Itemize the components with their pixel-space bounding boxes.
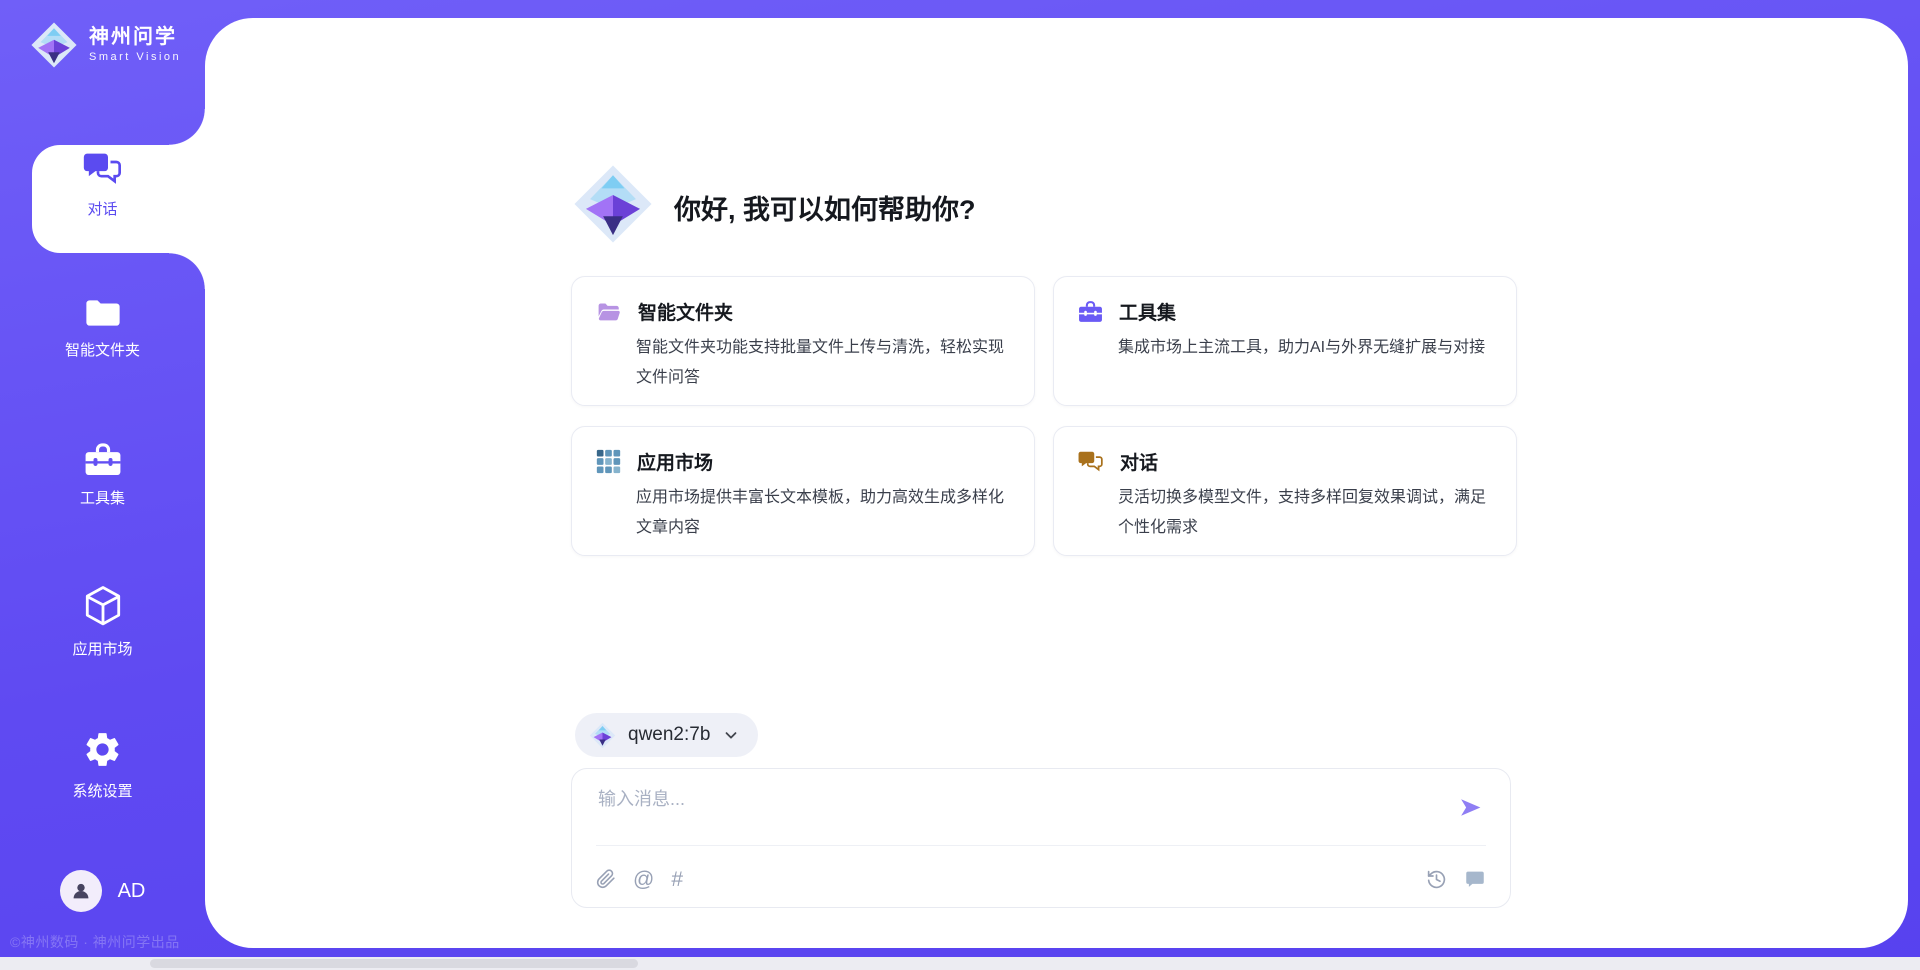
sidebar-item-settings[interactable]: 系统设置 bbox=[0, 729, 205, 801]
chat-icon bbox=[1078, 450, 1104, 474]
sidebar-item-label: 智能文件夹 bbox=[65, 339, 140, 360]
send-icon bbox=[1457, 795, 1484, 820]
avatar bbox=[60, 870, 102, 912]
greeting-logo-icon bbox=[572, 163, 654, 245]
gear-icon bbox=[82, 729, 123, 770]
folder-icon bbox=[84, 297, 122, 329]
chat-bubble-icon bbox=[1464, 869, 1486, 890]
card-title: 应用市场 bbox=[637, 448, 713, 475]
card-title: 对话 bbox=[1120, 448, 1158, 475]
card-description: 集成市场上主流工具，助力AI与外界无缝扩展与对接 bbox=[1118, 333, 1492, 363]
attach-file-button[interactable] bbox=[596, 868, 616, 890]
card-chat[interactable]: 对话 灵活切换多模型文件，支持多样回复效果调试，满足个性化需求 bbox=[1053, 426, 1517, 556]
card-title: 工具集 bbox=[1119, 298, 1176, 325]
horizontal-scrollbar[interactable] bbox=[0, 957, 1920, 970]
mention-button[interactable]: @ bbox=[633, 869, 654, 890]
topic-button[interactable]: # bbox=[671, 869, 683, 890]
send-button[interactable] bbox=[1457, 795, 1484, 820]
sidebar-item-label: 应用市场 bbox=[72, 638, 132, 659]
sidebar-item-smart-folder[interactable]: 智能文件夹 bbox=[0, 297, 205, 360]
copyright-footer: ©神州数码 · 神州问学出品 bbox=[10, 932, 205, 952]
card-description: 智能文件夹功能支持批量文件上传与清洗，轻松实现文件问答 bbox=[636, 333, 1010, 393]
model-logo-icon bbox=[589, 722, 616, 749]
history-icon bbox=[1426, 869, 1447, 890]
toolbox-icon bbox=[84, 443, 122, 477]
brand-name: 神州问学 bbox=[89, 27, 181, 47]
card-description: 灵活切换多模型文件，支持多样回复效果调试，满足个性化需求 bbox=[1118, 483, 1492, 543]
message-input[interactable] bbox=[596, 783, 1440, 843]
card-title: 智能文件夹 bbox=[638, 298, 733, 325]
model-name: qwen2:7b bbox=[628, 724, 710, 746]
card-app-market[interactable]: 应用市场 应用市场提供丰富长文本模板，助力高效生成多样化文章内容 bbox=[571, 426, 1035, 556]
chat-icon bbox=[83, 151, 123, 188]
toolbox-icon bbox=[1078, 301, 1103, 323]
sidebar-item-label: 对话 bbox=[87, 198, 117, 219]
model-selector[interactable]: qwen2:7b bbox=[575, 713, 758, 757]
paperclip-icon bbox=[596, 868, 616, 890]
new-chat-button[interactable] bbox=[1464, 869, 1486, 890]
chevron-down-icon bbox=[722, 726, 740, 744]
tab-fillet-top bbox=[169, 109, 205, 145]
cube-icon bbox=[83, 585, 123, 628]
apps-grid-icon bbox=[596, 449, 621, 474]
card-smart-folder[interactable]: 智能文件夹 智能文件夹功能支持批量文件上传与清洗，轻松实现文件问答 bbox=[571, 276, 1035, 406]
sidebar: 神州问学 Smart Vision 对话 智能文件夹 bbox=[0, 0, 205, 970]
brand: 神州问学 Smart Vision bbox=[30, 21, 181, 69]
composer-divider bbox=[596, 845, 1486, 846]
folder-open-icon bbox=[596, 299, 622, 325]
hash-icon: # bbox=[671, 868, 683, 891]
brand-subtitle: Smart Vision bbox=[89, 52, 181, 63]
sidebar-item-label: 系统设置 bbox=[72, 780, 132, 801]
card-toolset[interactable]: 工具集 集成市场上主流工具，助力AI与外界无缝扩展与对接 bbox=[1053, 276, 1517, 406]
sidebar-item-chat[interactable]: 对话 bbox=[0, 151, 205, 219]
scrollbar-thumb[interactable] bbox=[150, 959, 638, 968]
card-description: 应用市场提供丰富长文本模板，助力高效生成多样化文章内容 bbox=[636, 483, 1010, 543]
greeting-title: 你好, 我可以如何帮助你? bbox=[674, 188, 976, 227]
history-button[interactable] bbox=[1426, 869, 1447, 890]
message-composer: @ # bbox=[571, 768, 1511, 908]
sidebar-item-label: 工具集 bbox=[80, 487, 125, 508]
tab-fillet-bottom bbox=[169, 253, 205, 289]
user-icon bbox=[69, 879, 93, 903]
sidebar-item-app-market[interactable]: 应用市场 bbox=[0, 585, 205, 659]
sidebar-item-toolset[interactable]: 工具集 bbox=[0, 443, 205, 508]
brand-logo-icon bbox=[30, 21, 78, 69]
at-icon: @ bbox=[633, 868, 654, 891]
user-name: AD bbox=[118, 880, 146, 903]
user-account[interactable]: AD bbox=[0, 870, 205, 912]
app-window: 神州问学 Smart Vision 对话 智能文件夹 bbox=[0, 0, 1920, 970]
